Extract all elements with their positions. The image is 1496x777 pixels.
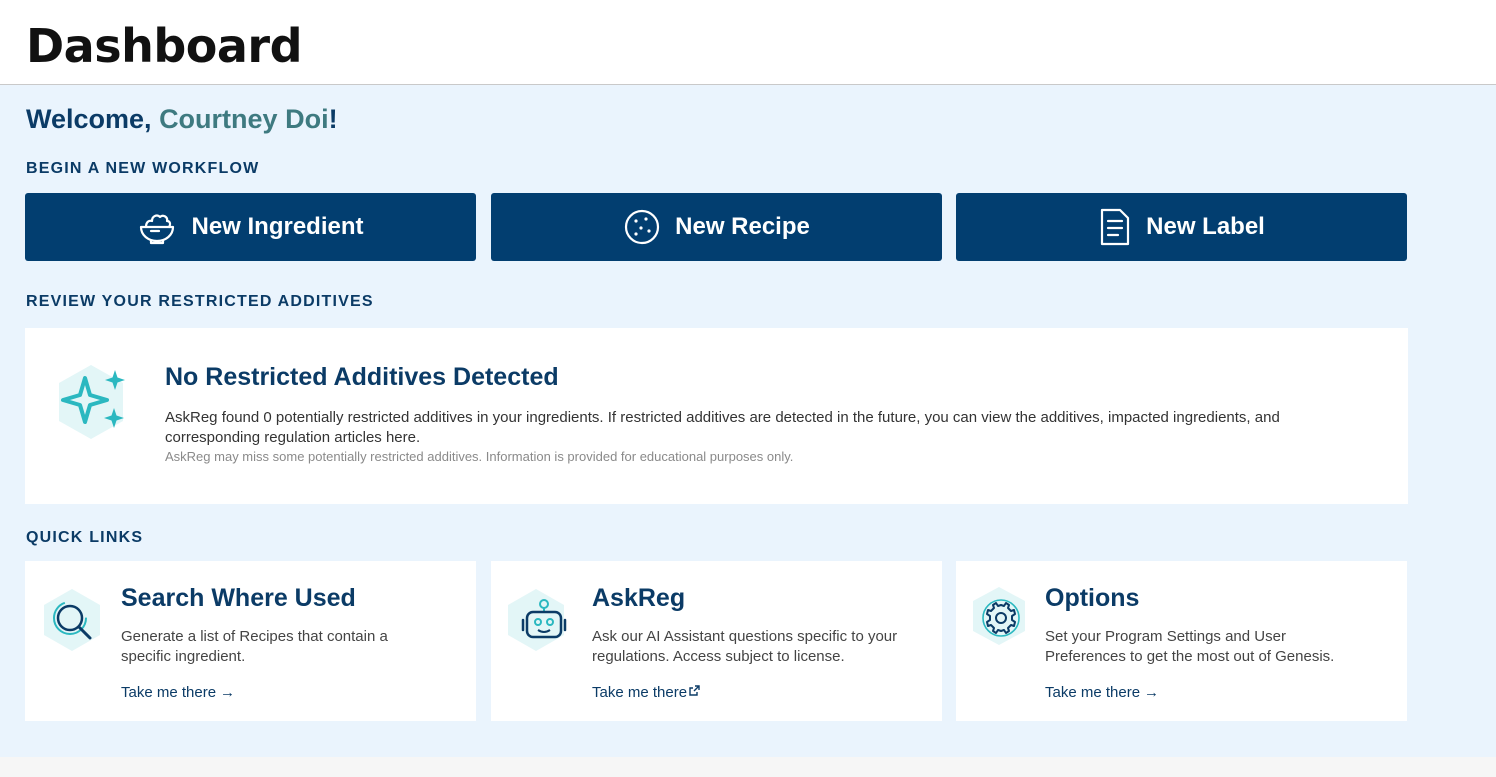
quick-link-description: Generate a list of Recipes that contain … <box>121 628 388 665</box>
new-ingredient-button[interactable]: New Ingredient <box>25 193 476 261</box>
restricted-additives-card: No Restricted Additives Detected AskReg … <box>25 328 1408 504</box>
quick-link-search-where-used: Search Where Used Generate a list of Rec… <box>25 561 476 721</box>
askreg-link[interactable]: Take me there <box>592 683 700 703</box>
quick-link-title: AskReg <box>592 584 686 612</box>
gear-icon <box>968 585 1030 652</box>
section-label-quick-links: QUICK LINKS <box>26 529 144 546</box>
welcome-prefix: Welcome, <box>26 104 160 134</box>
document-icon <box>1098 207 1132 247</box>
new-recipe-button[interactable]: New Recipe <box>491 193 942 261</box>
new-label-label: New Label <box>1146 213 1265 240</box>
welcome-suffix: ! <box>328 104 338 134</box>
additives-disclaimer: AskReg may miss some potentially restric… <box>165 449 794 464</box>
quick-link-title: Options <box>1045 584 1140 612</box>
page-title: Dashboard <box>26 19 303 73</box>
external-link-icon <box>687 684 700 696</box>
quick-link-title: Search Where Used <box>121 584 356 612</box>
quick-link-description: Set your Program Settings and User Prefe… <box>1045 628 1335 665</box>
search-where-used-link[interactable]: Take me there → <box>121 683 235 703</box>
bowl-icon <box>137 207 177 247</box>
welcome-heading: Welcome, Courtney Doi! <box>26 102 338 136</box>
user-name: Courtney Doi <box>159 104 329 134</box>
dashboard-main: Welcome, Courtney Doi! BEGIN A NEW WORKF… <box>0 85 1496 757</box>
new-recipe-label: New Recipe <box>675 213 810 240</box>
page-header: Dashboard <box>0 0 1496 85</box>
take-me-there-text: Take me there <box>121 684 217 701</box>
section-label-workflow: BEGIN A NEW WORKFLOW <box>26 160 260 177</box>
options-link[interactable]: Take me there → <box>1045 683 1159 703</box>
search-icon <box>39 587 105 658</box>
quick-link-description: Ask our AI Assistant questions specific … <box>592 628 898 665</box>
quick-link-askreg: AskReg Ask our AI Assistant questions sp… <box>491 561 942 721</box>
quick-link-options: Options Set your Program Settings and Us… <box>956 561 1407 721</box>
new-label-button[interactable]: New Label <box>956 193 1407 261</box>
sparkle-icon <box>51 362 131 447</box>
robot-icon <box>503 587 569 658</box>
cookie-icon <box>623 208 661 246</box>
additives-title: No Restricted Additives Detected <box>165 363 559 391</box>
take-me-there-text: Take me there <box>1045 684 1141 701</box>
arrow-right-icon: → <box>220 684 236 701</box>
take-me-there-text: Take me there <box>592 684 688 701</box>
new-ingredient-label: New Ingredient <box>191 213 364 240</box>
arrow-right-icon: → <box>1144 684 1160 701</box>
section-label-additives: REVIEW YOUR RESTRICTED ADDITIVES <box>26 293 374 310</box>
additives-description: AskReg found 0 potentially restricted ad… <box>165 409 1280 446</box>
